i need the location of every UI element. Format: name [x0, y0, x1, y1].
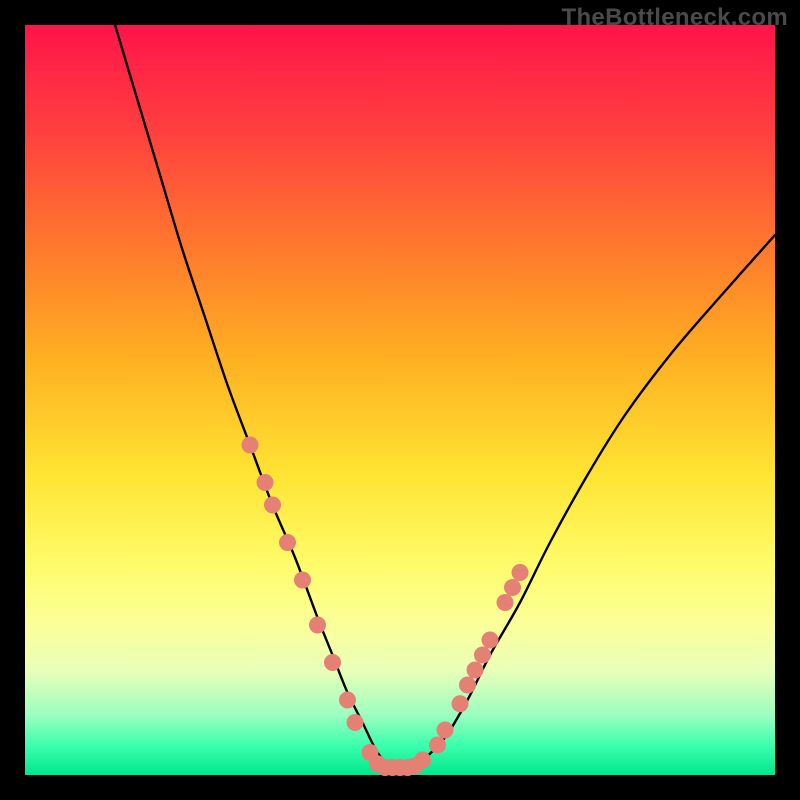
highlight-dot: [459, 677, 476, 694]
plot-area: [25, 25, 775, 775]
watermark-text: TheBottleneck.com: [562, 4, 788, 32]
highlight-dot: [339, 692, 356, 709]
highlight-dot: [452, 695, 469, 712]
highlight-dot: [294, 572, 311, 589]
highlight-dot: [429, 737, 446, 754]
highlight-dot: [512, 564, 529, 581]
highlight-dot: [347, 714, 364, 731]
highlight-dot: [497, 594, 514, 611]
highlight-dot: [279, 534, 296, 551]
chart-svg: [25, 25, 775, 775]
highlight-dot: [474, 647, 491, 664]
highlight-dot: [467, 662, 484, 679]
bottleneck-curve: [115, 25, 775, 769]
highlight-dot: [324, 654, 341, 671]
highlight-dot: [309, 617, 326, 634]
highlight-dots: [242, 437, 529, 777]
highlight-dot: [504, 579, 521, 596]
highlight-dot: [242, 437, 259, 454]
highlight-dot: [437, 722, 454, 739]
highlight-dot: [414, 752, 431, 769]
highlight-dot: [264, 497, 281, 514]
chart-frame: TheBottleneck.com: [0, 0, 800, 800]
highlight-dot: [257, 474, 274, 491]
highlight-dot: [482, 632, 499, 649]
